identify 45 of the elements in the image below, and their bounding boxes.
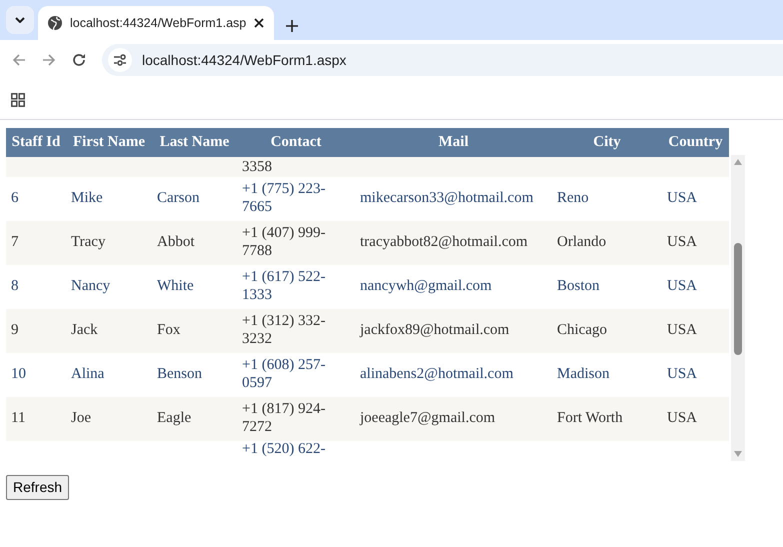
tab-list-button[interactable]: [6, 6, 34, 34]
table-cell: Orlando: [552, 220, 662, 264]
table-cell: Eagle: [152, 396, 237, 440]
browser-tab[interactable]: localhost:44324/WebForm1.asp: [38, 6, 274, 40]
table-cell: 9: [6, 308, 66, 352]
tab-title: localhost:44324/WebForm1.asp: [70, 14, 246, 32]
column-header: Mail: [355, 128, 552, 156]
table-cell: joeeagle7@gmail.com: [355, 396, 552, 440]
plus-icon[interactable]: [286, 20, 298, 32]
column-header: Contact: [237, 128, 355, 156]
table-cell: 11: [6, 396, 66, 440]
table-cell: +1 (407) 999-7788: [237, 220, 355, 264]
back-arrow-icon[interactable]: [12, 54, 26, 66]
column-header: Last Name: [152, 128, 237, 156]
address-bar[interactable]: localhost:44324/WebForm1.aspx: [102, 44, 783, 76]
table-cell: Fort Worth: [552, 396, 662, 440]
table-cell: Abbot: [152, 220, 237, 264]
table-cell: USA: [662, 220, 729, 264]
forward-arrow-icon[interactable]: [42, 54, 56, 66]
globe-icon: [48, 16, 62, 30]
column-header: First Name: [66, 128, 152, 156]
table-cell: 3358: [237, 156, 355, 176]
table-cell: Jack: [66, 308, 152, 352]
scrollbar[interactable]: [731, 155, 745, 460]
table-cell: Chicago: [552, 308, 662, 352]
table-cell: Fox: [152, 308, 237, 352]
column-header: Country: [662, 128, 729, 156]
table-cell: Joe: [66, 396, 152, 440]
table-cell: USA: [662, 396, 729, 440]
table-cell: USA: [662, 308, 729, 352]
table-cell: 7: [6, 220, 66, 264]
table-cell: +1 (817) 924-7272: [237, 396, 355, 440]
column-header: City: [552, 128, 662, 156]
tune-icon[interactable]: [113, 54, 127, 66]
table-cell: Tracy: [66, 220, 152, 264]
chevron-down-icon: [15, 17, 25, 23]
scrollbar-thumb[interactable]: [734, 243, 742, 355]
column-header: Staff Id: [6, 128, 66, 156]
refresh-button[interactable]: Refresh: [6, 474, 70, 500]
reload-icon[interactable]: [72, 53, 86, 67]
table-cell: jackfox89@hotmail.com: [355, 308, 552, 352]
table-cell: +1 (312) 332-3232: [237, 308, 355, 352]
table-cell: tracyabbot82@hotmail.com: [355, 220, 552, 264]
close-icon[interactable]: [254, 18, 264, 28]
apps-grid-icon[interactable]: [11, 92, 25, 106]
